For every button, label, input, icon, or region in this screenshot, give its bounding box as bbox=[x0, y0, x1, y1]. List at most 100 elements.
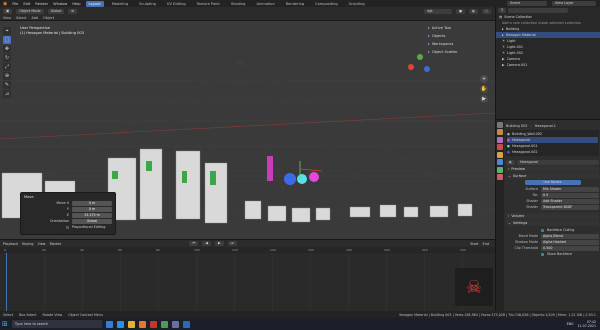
transform-tool-icon[interactable]: ⊕ bbox=[3, 72, 11, 80]
clip-threshold-field[interactable]: 0.500 bbox=[541, 245, 599, 251]
section-preview[interactable]: › Preview bbox=[506, 166, 599, 172]
modifier-tab-icon[interactable] bbox=[497, 159, 503, 165]
blender-taskbar-icon[interactable] bbox=[138, 320, 146, 328]
shader-field-1[interactable]: Add Shader bbox=[541, 198, 599, 204]
file-explorer-icon[interactable] bbox=[127, 320, 135, 328]
blender-logo-icon[interactable]: ◉ bbox=[3, 1, 7, 7]
tab-uv-editing[interactable]: UV Editing bbox=[164, 1, 189, 7]
checkbox-icon[interactable] bbox=[541, 228, 544, 232]
tab-shading[interactable]: Shading bbox=[228, 1, 249, 7]
task-view-icon[interactable] bbox=[105, 320, 113, 328]
fac-field[interactable]: 0.5 bbox=[541, 192, 599, 198]
material-slot-3[interactable]: ● Hexagonal.002 bbox=[507, 149, 598, 155]
menu-render[interactable]: Render bbox=[35, 2, 48, 6]
tab-scripting[interactable]: Scripting bbox=[346, 1, 368, 7]
app-icon-red[interactable] bbox=[149, 320, 157, 328]
jump-end-icon[interactable]: ⏭ bbox=[227, 241, 237, 246]
blend-mode-dropdown[interactable]: Alpha Blend bbox=[541, 233, 599, 239]
shader-field-2[interactable]: Transparent BSDF bbox=[541, 204, 599, 210]
timeline-menu-playback[interactable]: Playback bbox=[3, 242, 18, 246]
orientation-dropdown[interactable]: Global bbox=[72, 218, 112, 224]
timeline-area[interactable]: ☠ bbox=[0, 253, 495, 311]
edge-browser-icon[interactable] bbox=[116, 320, 124, 328]
jump-start-icon[interactable]: ⏮ bbox=[189, 241, 199, 246]
tab-sculpting[interactable]: Sculpting bbox=[136, 1, 159, 7]
material-name-field[interactable]: Hexagonal bbox=[516, 160, 599, 165]
shadow-mode-dropdown[interactable]: Alpha Hashed bbox=[541, 239, 599, 245]
app-icon-green[interactable] bbox=[160, 320, 168, 328]
orientation-selector[interactable]: Global bbox=[47, 8, 65, 14]
mode-selector[interactable]: Object Mode bbox=[16, 8, 44, 14]
menu-add[interactable]: Add bbox=[32, 16, 39, 20]
side-tab-active-tool[interactable]: ▸ Active Tool bbox=[428, 25, 486, 31]
tab-texture-paint[interactable]: Texture Paint bbox=[194, 1, 223, 7]
language-indicator[interactable]: ENG bbox=[567, 322, 574, 326]
section-settings[interactable]: ⌄ Settings bbox=[506, 220, 599, 226]
windows-start-icon[interactable]: ⊞ bbox=[2, 320, 8, 328]
clock[interactable]: 07:42 11-07-2021 bbox=[577, 320, 596, 328]
annotate-tool-icon[interactable]: ✎ bbox=[3, 81, 11, 89]
shading-material-icon[interactable]: ◐ bbox=[469, 8, 479, 14]
menu-object[interactable]: Object bbox=[43, 16, 54, 20]
taskbar-search-input[interactable]: Type here to search bbox=[11, 320, 102, 328]
outliner-filter-icon[interactable]: ⚲ bbox=[498, 8, 507, 13]
proportional-editing-row[interactable]: Proportional Editing bbox=[24, 224, 112, 230]
tab-animation[interactable]: Animation bbox=[253, 1, 277, 7]
app-icon-blue[interactable] bbox=[182, 320, 190, 328]
material-tab-icon[interactable] bbox=[497, 174, 503, 180]
section-surface[interactable]: ⌄ Surface bbox=[506, 173, 599, 179]
app-icon-purple[interactable] bbox=[171, 320, 179, 328]
timeline-menu-marker[interactable]: Marker bbox=[50, 242, 62, 246]
pan-hand-icon[interactable]: ✋ bbox=[480, 85, 488, 93]
playhead[interactable] bbox=[6, 253, 7, 311]
menu-help[interactable]: Help bbox=[72, 2, 80, 6]
menu-edit[interactable]: Edit bbox=[23, 2, 30, 6]
tool-tab-icon[interactable] bbox=[497, 121, 503, 128]
tab-rendering[interactable]: Rendering bbox=[283, 1, 307, 7]
material-browse-icon[interactable]: ◐ bbox=[506, 160, 515, 165]
tab-compositing[interactable]: Compositing bbox=[312, 1, 341, 7]
measure-tool-icon[interactable]: ⊿ bbox=[3, 90, 11, 98]
3d-viewport[interactable]: User Perspective (1) Hexagon Material | … bbox=[0, 21, 495, 239]
search-input[interactable]: dgt bbox=[424, 8, 453, 14]
scene-selector[interactable]: Scene bbox=[507, 1, 547, 6]
move-x-field[interactable]: 0 m bbox=[72, 200, 112, 206]
menu-view[interactable]: View bbox=[3, 16, 11, 20]
use-nodes-button[interactable]: Use Nodes bbox=[524, 180, 581, 185]
zoom-icon[interactable]: + bbox=[480, 75, 488, 83]
cursor-tool-icon[interactable]: ⌖ bbox=[3, 27, 11, 35]
timeline-menu-keying[interactable]: Keying bbox=[22, 242, 33, 246]
rotate-tool-icon[interactable]: ↻ bbox=[3, 54, 11, 62]
side-tab-workspaces[interactable]: ▸ Workspaces bbox=[428, 41, 486, 47]
play-icon[interactable]: ▶ bbox=[214, 241, 224, 246]
shading-solid-icon[interactable]: ● bbox=[456, 8, 466, 14]
menu-file[interactable]: File bbox=[12, 2, 18, 6]
timeline-menu-view[interactable]: View bbox=[38, 242, 46, 246]
tab-layout[interactable]: Layout bbox=[85, 0, 104, 7]
outliner-item-8[interactable]: ▶ Camera.001 bbox=[496, 62, 600, 68]
menu-select[interactable]: Select bbox=[16, 16, 26, 20]
scene-tab-icon[interactable] bbox=[497, 144, 503, 150]
output-tab-icon[interactable] bbox=[497, 136, 503, 143]
select-box-tool-icon[interactable]: ⬚ bbox=[3, 36, 11, 44]
checkbox-icon[interactable] bbox=[541, 252, 544, 256]
snap-icon[interactable]: ⧉ bbox=[68, 8, 77, 14]
shading-rendered-icon[interactable]: ○ bbox=[482, 8, 491, 14]
editor-type-button[interactable]: ▣ bbox=[3, 8, 13, 14]
view-layer-selector[interactable]: View Layer bbox=[552, 1, 596, 6]
outliner-search-input[interactable] bbox=[508, 8, 569, 13]
side-tab-objects[interactable]: ▸ Objects bbox=[428, 33, 486, 39]
tab-modeling[interactable]: Modeling bbox=[109, 1, 131, 7]
camera-view-icon[interactable]: ▶ bbox=[480, 95, 488, 103]
side-tab-object-scatter[interactable]: ▸ Object Scatter bbox=[428, 49, 486, 55]
surface-shader-field[interactable]: Mix Shader bbox=[541, 186, 599, 192]
move-tool-icon[interactable]: ✥ bbox=[3, 45, 11, 53]
move-z-field[interactable]: 15.175 m bbox=[72, 212, 112, 218]
scale-tool-icon[interactable]: ⤢ bbox=[3, 63, 11, 71]
data-tab-icon[interactable] bbox=[497, 166, 503, 173]
play-reverse-icon[interactable]: ◀ bbox=[202, 241, 211, 246]
object-tab-icon[interactable] bbox=[497, 151, 503, 158]
render-tab-icon[interactable] bbox=[497, 129, 503, 135]
move-y-field[interactable]: 0 m bbox=[72, 206, 112, 212]
section-volume[interactable]: › Volume bbox=[506, 213, 599, 219]
